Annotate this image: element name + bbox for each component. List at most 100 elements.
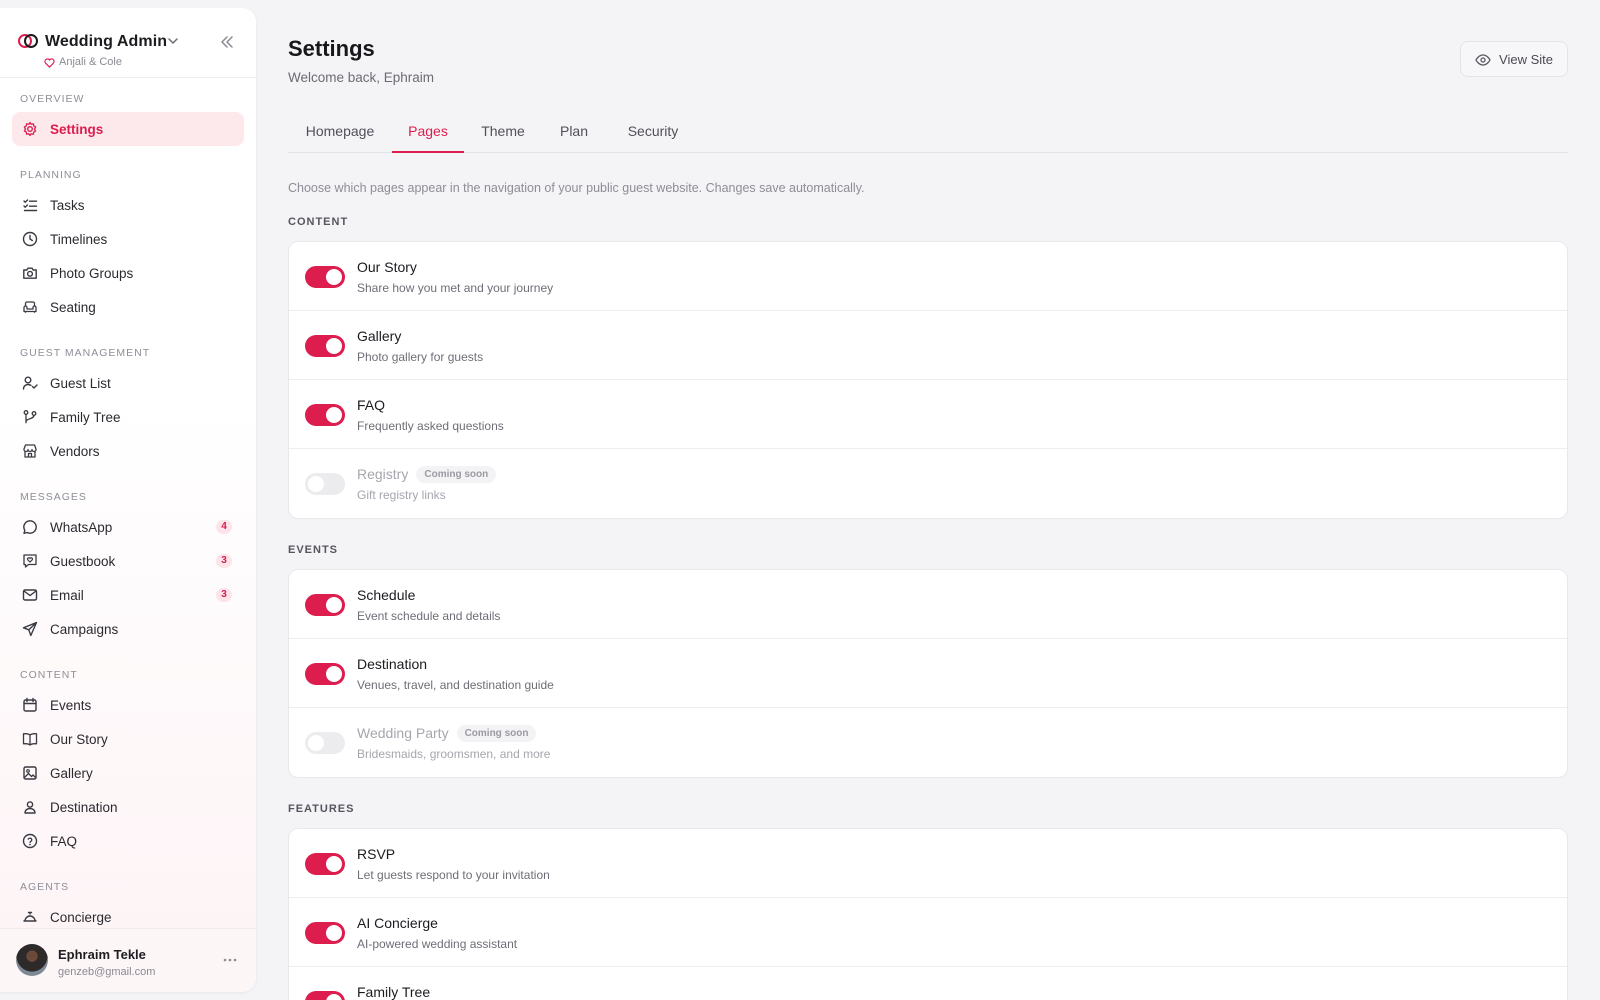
page-description: Event schedule and details [357, 609, 501, 623]
unread-badge: 4 [216, 520, 232, 534]
page-toggle[interactable] [305, 853, 345, 875]
toggle-knob [326, 597, 342, 613]
couple-names-text: Anjali & Cole [59, 56, 122, 68]
group-label-events: EVENTS [288, 544, 339, 556]
sidebar-item-label: Events [50, 697, 92, 713]
gear-icon [23, 121, 37, 137]
toggle-knob [326, 856, 342, 872]
page-description: Venues, travel, and destination guide [357, 678, 554, 692]
sidebar-item-vendors[interactable]: Vendors [12, 434, 244, 468]
sidebar-item-label: Family Tree [50, 409, 121, 425]
toggle-knob [326, 407, 342, 423]
sidebar-item-family-tree[interactable]: Family Tree [12, 400, 244, 434]
eye-icon [1475, 54, 1491, 66]
sidebar: Wedding Admin Anjali & Cole Overview Set… [0, 8, 256, 992]
sidebar-item-whatsapp[interactable]: WhatsApp 4 [12, 510, 244, 544]
toggle-knob [326, 338, 342, 354]
sidebar-item-our-story[interactable]: Our Story [12, 722, 244, 756]
sidebar-item-label: Destination [50, 799, 118, 815]
tab-theme[interactable]: Theme [464, 112, 542, 153]
section-label-agents: Agents [20, 881, 70, 893]
chevron-down-icon [168, 38, 178, 45]
page-toggle[interactable] [305, 991, 345, 1000]
sidebar-item-email[interactable]: Email 3 [12, 578, 244, 612]
sidebar-item-tasks[interactable]: Tasks [12, 188, 244, 222]
sidebar-item-events[interactable]: Events [12, 688, 244, 722]
sidebar-item-label: Campaigns [50, 621, 119, 637]
page-toggle[interactable] [305, 335, 345, 357]
list-item: Wedding Party Coming soon Bridesmaids, gr… [289, 708, 1567, 777]
page-title-label: Gallery [357, 328, 402, 344]
events-pages-card: Schedule Event schedule and details Dest… [288, 569, 1568, 778]
sidebar-nav: Overview Settings Planning Tasks Timelin… [12, 92, 244, 934]
sidebar-item-label: Gallery [50, 765, 93, 781]
sidebar-item-photo-groups[interactable]: Photo Groups [12, 256, 244, 290]
page-description: Frequently asked questions [357, 419, 504, 433]
page-toggle[interactable] [305, 663, 345, 685]
list-item: Gallery Photo gallery for guests [289, 311, 1567, 380]
toggle-knob [326, 269, 342, 285]
sidebar-item-seating[interactable]: Seating [12, 290, 244, 324]
sidebar-item-gallery[interactable]: Gallery [12, 756, 244, 790]
section-label-overview: Overview [20, 93, 85, 105]
list-item: FAQ Frequently asked questions [289, 380, 1567, 449]
list-item: Family Tree [289, 967, 1567, 1000]
welcome-text: Welcome back, Ephraim [288, 70, 435, 85]
settings-tabs: Homepage Pages Theme Plan Security [288, 112, 1568, 153]
group-label-content: CONTENT [288, 216, 349, 228]
page-title-label: Registry Coming soon [357, 466, 497, 483]
store-icon [23, 444, 37, 458]
page-toggle[interactable] [305, 922, 345, 944]
camera-icon [23, 267, 37, 279]
page-description: Gift registry links [357, 488, 446, 502]
help-circle-icon [22, 833, 38, 849]
sidebar-item-label: Vendors [50, 443, 100, 459]
page-toggle[interactable] [305, 266, 345, 288]
coming-soon-badge: Coming soon [456, 725, 537, 742]
page-toggle[interactable] [305, 594, 345, 616]
section-label-messages: Messages [20, 491, 87, 503]
page-title-label: Wedding Party Coming soon [357, 725, 537, 742]
list-item: Schedule Event schedule and details [289, 570, 1567, 639]
more-horizontal-icon[interactable] [222, 954, 238, 966]
clock-icon [22, 231, 38, 247]
sidebar-item-guest-list[interactable]: Guest List [12, 366, 244, 400]
list-item: Our Story Share how you met and your jou… [289, 242, 1567, 311]
sidebar-item-campaigns[interactable]: Campaigns [12, 612, 244, 646]
heart-message-icon [23, 554, 37, 568]
list-item: AI Concierge AI-powered wedding assistan… [289, 898, 1567, 967]
tab-plan[interactable]: Plan [542, 112, 606, 153]
tab-pages[interactable]: Pages [392, 112, 464, 153]
couple-names: Anjali & Cole [45, 56, 122, 68]
page-title-label: FAQ [357, 397, 386, 413]
user-profile-card[interactable]: Ephraim Tekle genzeb@gmail.com [0, 928, 256, 992]
sidebar-item-timelines[interactable]: Timelines [12, 222, 244, 256]
view-site-button[interactable]: View Site [1460, 41, 1568, 77]
page-description: Bridesmaids, groomsmen, and more [357, 747, 551, 761]
pages-intro-text: Choose which pages appear in the navigat… [288, 181, 865, 195]
concierge-icon [23, 911, 37, 922]
tab-homepage[interactable]: Homepage [288, 112, 392, 153]
brand-title: Wedding Admin [45, 33, 168, 50]
toggle-knob [326, 925, 342, 941]
page-description: AI-powered wedding assistant [357, 937, 518, 951]
sidebar-item-guestbook[interactable]: Guestbook 3 [12, 544, 244, 578]
toggle-knob [326, 666, 342, 682]
sidebar-item-label: FAQ [50, 833, 78, 849]
list-item: Destination Venues, travel, and destinat… [289, 639, 1567, 708]
unread-badge: 3 [216, 554, 232, 568]
sidebar-item-settings[interactable]: Settings [12, 112, 244, 146]
sidebar-item-destination[interactable]: Destination [12, 790, 244, 824]
sidebar-item-faq[interactable]: FAQ [12, 824, 244, 858]
brand-switcher[interactable]: Wedding Admin Anjali & Cole [16, 24, 244, 78]
sidebar-item-label: Guest List [50, 375, 111, 391]
page-title-label: Family Tree [357, 984, 431, 1000]
page-toggle[interactable] [305, 404, 345, 426]
checklist-icon [23, 199, 38, 212]
sidebar-item-label: Seating [50, 299, 96, 315]
tab-security[interactable]: Security [606, 112, 700, 153]
collapse-sidebar-icon[interactable] [218, 34, 236, 50]
image-icon [23, 766, 37, 780]
page-title-label: Our Story [357, 259, 417, 275]
sidebar-item-label: Tasks [50, 197, 85, 213]
